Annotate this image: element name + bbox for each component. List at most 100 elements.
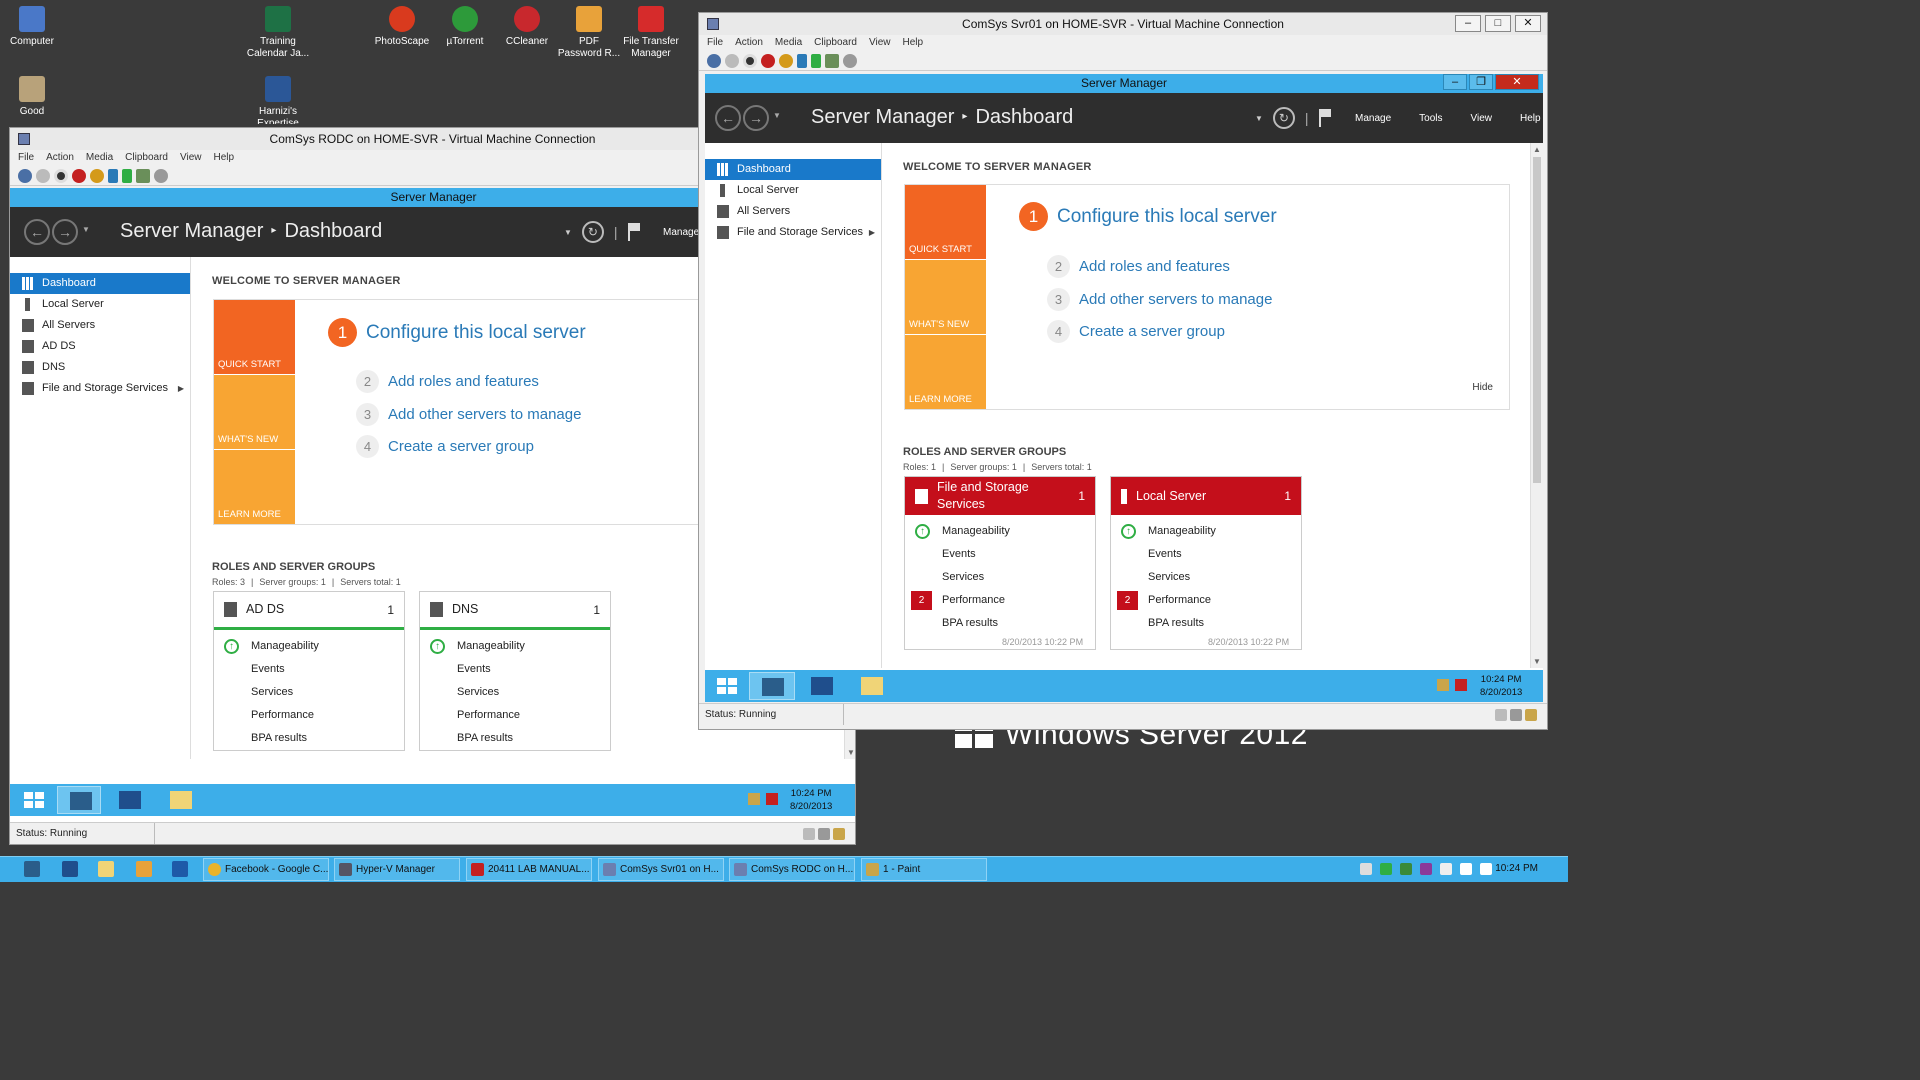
- scroll-thumb[interactable]: [1533, 157, 1541, 483]
- pause-icon[interactable]: [797, 53, 807, 68]
- task-rodc-connection[interactable]: ComSys RODC on H...: [729, 858, 855, 881]
- menu-help[interactable]: Help: [213, 150, 234, 166]
- forward-arrow-icon[interactable]: →: [743, 105, 769, 131]
- guest-taskbar-server-manager[interactable]: [749, 672, 795, 700]
- desktop-icon-photoscape[interactable]: PhotoScape: [370, 0, 434, 48]
- expand-arrow-icon[interactable]: ▶: [869, 222, 875, 243]
- resume-icon[interactable]: [122, 168, 132, 183]
- notifications-flag-icon[interactable]: [627, 223, 642, 241]
- sidebar-item-dns[interactable]: DNS: [10, 357, 190, 378]
- card-row-manageability[interactable]: ↑ Manageability: [1111, 520, 1301, 543]
- guest-clock[interactable]: 10:24 PM 8/20/2013: [1480, 673, 1522, 699]
- sidebar-item-local-server[interactable]: Local Server: [10, 294, 190, 315]
- sidebar-item-dashboard[interactable]: Dashboard: [10, 273, 190, 294]
- vm-title-bar[interactable]: ComSys Svr01 on HOME-SVR - Virtual Machi…: [699, 13, 1547, 35]
- menu-help[interactable]: Help: [902, 35, 923, 51]
- breadcrumb-app[interactable]: Server Manager: [811, 106, 954, 128]
- menu-clipboard[interactable]: Clipboard: [814, 35, 857, 51]
- card-row-services[interactable]: Services: [905, 566, 1095, 589]
- task-paint[interactable]: 1 - Paint: [861, 858, 987, 881]
- vertical-scrollbar[interactable]: ▲ ▼: [1530, 143, 1543, 668]
- task-lab-manual[interactable]: 20411 LAB MANUAL...: [466, 858, 592, 881]
- step-add-servers[interactable]: 3 Add other servers to manage: [1047, 288, 1272, 311]
- powershell-pin-icon[interactable]: [62, 861, 78, 877]
- card-header[interactable]: DNS 1: [420, 592, 610, 630]
- chat-icon[interactable]: [1360, 863, 1372, 875]
- step-add-roles[interactable]: 2 Add roles and features: [356, 370, 539, 393]
- host-clock[interactable]: 10:24 PM: [1495, 863, 1538, 874]
- menu-clipboard[interactable]: Clipboard: [125, 150, 168, 166]
- card-row-performance[interactable]: Performance: [214, 704, 404, 727]
- globe-icon[interactable]: [1400, 863, 1412, 875]
- card-row-services[interactable]: Services: [214, 681, 404, 704]
- desktop-icon-harnizi[interactable]: Harnizi's Expertise: [246, 70, 310, 124]
- checkpoint-icon[interactable]: [825, 53, 839, 68]
- step-add-servers[interactable]: 3 Add other servers to manage: [356, 403, 581, 426]
- guest-clock[interactable]: 10:24 PM 8/20/2013: [790, 787, 832, 813]
- menu-media[interactable]: Media: [775, 35, 802, 51]
- desktop-icon-file-transfer[interactable]: File Transfer Manager: [619, 0, 683, 60]
- speaker-muted-icon[interactable]: [766, 793, 778, 805]
- card-row-events[interactable]: Events: [1111, 543, 1301, 566]
- desktop-icon-training-calendar[interactable]: Training Calendar Ja...: [246, 0, 310, 60]
- guest-screen-svr01[interactable]: Server Manager – ❐ ✕ ← → ▼ Server Manage…: [705, 74, 1543, 702]
- menu-action[interactable]: Action: [46, 150, 74, 166]
- desktop-icon-good[interactable]: Good: [0, 70, 64, 118]
- step-add-roles[interactable]: 2 Add roles and features: [1047, 255, 1230, 278]
- network-signal-icon[interactable]: [1460, 863, 1472, 875]
- menu-file[interactable]: File: [18, 150, 34, 166]
- maximize-icon[interactable]: □: [1485, 15, 1511, 32]
- minimize-icon[interactable]: –: [1455, 15, 1481, 32]
- breadcrumb-app[interactable]: Server Manager: [120, 220, 263, 242]
- guest-taskbar-explorer[interactable]: [849, 672, 893, 700]
- forward-arrow-icon[interactable]: →: [52, 219, 78, 245]
- app-pin-icon[interactable]: [136, 861, 152, 877]
- back-arrow-icon[interactable]: ←: [715, 105, 741, 131]
- resume-icon[interactable]: [811, 53, 821, 68]
- menu-view[interactable]: View: [869, 35, 891, 51]
- role-card-file-storage[interactable]: File and Storage Services 1 ↑ Manageabilit…: [904, 476, 1096, 650]
- card-row-services[interactable]: Services: [420, 681, 610, 704]
- guest-taskbar-explorer[interactable]: [158, 786, 202, 814]
- menu-media[interactable]: Media: [86, 150, 113, 166]
- card-row-performance[interactable]: 2 Performance: [905, 589, 1095, 612]
- guest-start-button[interactable]: [12, 786, 56, 814]
- close-icon[interactable]: ✕: [1515, 15, 1541, 32]
- role-card-local-server[interactable]: Local Server 1 ↑ Manageability Events Serv…: [1110, 476, 1302, 650]
- tile-whats-new[interactable]: WHAT'S NEW: [905, 260, 986, 334]
- card-header[interactable]: Local Server 1: [1111, 477, 1301, 515]
- nav-dropdown-icon[interactable]: ▼: [773, 111, 781, 120]
- server-manager-titlebar[interactable]: Server Manager – ❐ ✕: [705, 74, 1543, 93]
- start-icon[interactable]: [725, 53, 739, 68]
- card-header[interactable]: AD DS 1: [214, 592, 404, 630]
- sm-close-icon[interactable]: ✕: [1495, 74, 1539, 90]
- back-arrow-icon[interactable]: ←: [24, 219, 50, 245]
- start-icon[interactable]: [36, 168, 50, 183]
- ctrl-alt-del-icon[interactable]: [707, 53, 721, 68]
- menu-view[interactable]: View: [180, 150, 202, 166]
- revert-icon[interactable]: [154, 168, 168, 183]
- step-configure-local-server[interactable]: 1 Configure this local server: [328, 318, 586, 347]
- header-dropdown-icon[interactable]: ▼: [1255, 114, 1263, 123]
- guest-taskbar-powershell[interactable]: [107, 786, 151, 814]
- power-icon[interactable]: [779, 53, 793, 68]
- step-create-group[interactable]: 4 Create a server group: [356, 435, 534, 458]
- hide-link[interactable]: Hide: [1472, 382, 1493, 393]
- sidebar-item-all-servers[interactable]: All Servers: [10, 315, 190, 336]
- refresh-icon[interactable]: ↻: [1272, 107, 1295, 129]
- sidebar-item-file-storage[interactable]: File and Storage Services ▶: [10, 378, 190, 399]
- task-svr01-connection[interactable]: ComSys Svr01 on H...: [598, 858, 724, 881]
- nav-dropdown-icon[interactable]: ▼: [82, 225, 90, 234]
- tile-learn-more[interactable]: LEARN MORE: [905, 335, 986, 409]
- desktop-icon-utorrent[interactable]: µTorrent: [433, 0, 497, 48]
- guest-taskbar-powershell[interactable]: [799, 672, 843, 700]
- expand-arrow-icon[interactable]: ▶: [178, 378, 184, 399]
- volume-icon[interactable]: [1480, 863, 1492, 875]
- desktop-icon-computer[interactable]: Computer: [0, 0, 64, 48]
- vm-window-svr01[interactable]: ComSys Svr01 on HOME-SVR - Virtual Machi…: [698, 12, 1548, 730]
- turn-off-icon[interactable]: [54, 168, 68, 183]
- tile-quick-start[interactable]: QUICK START: [905, 185, 986, 259]
- turn-off-icon[interactable]: [743, 53, 757, 68]
- sidebar-item-dashboard[interactable]: Dashboard: [705, 159, 881, 180]
- header-menu-help[interactable]: Help: [1520, 113, 1541, 124]
